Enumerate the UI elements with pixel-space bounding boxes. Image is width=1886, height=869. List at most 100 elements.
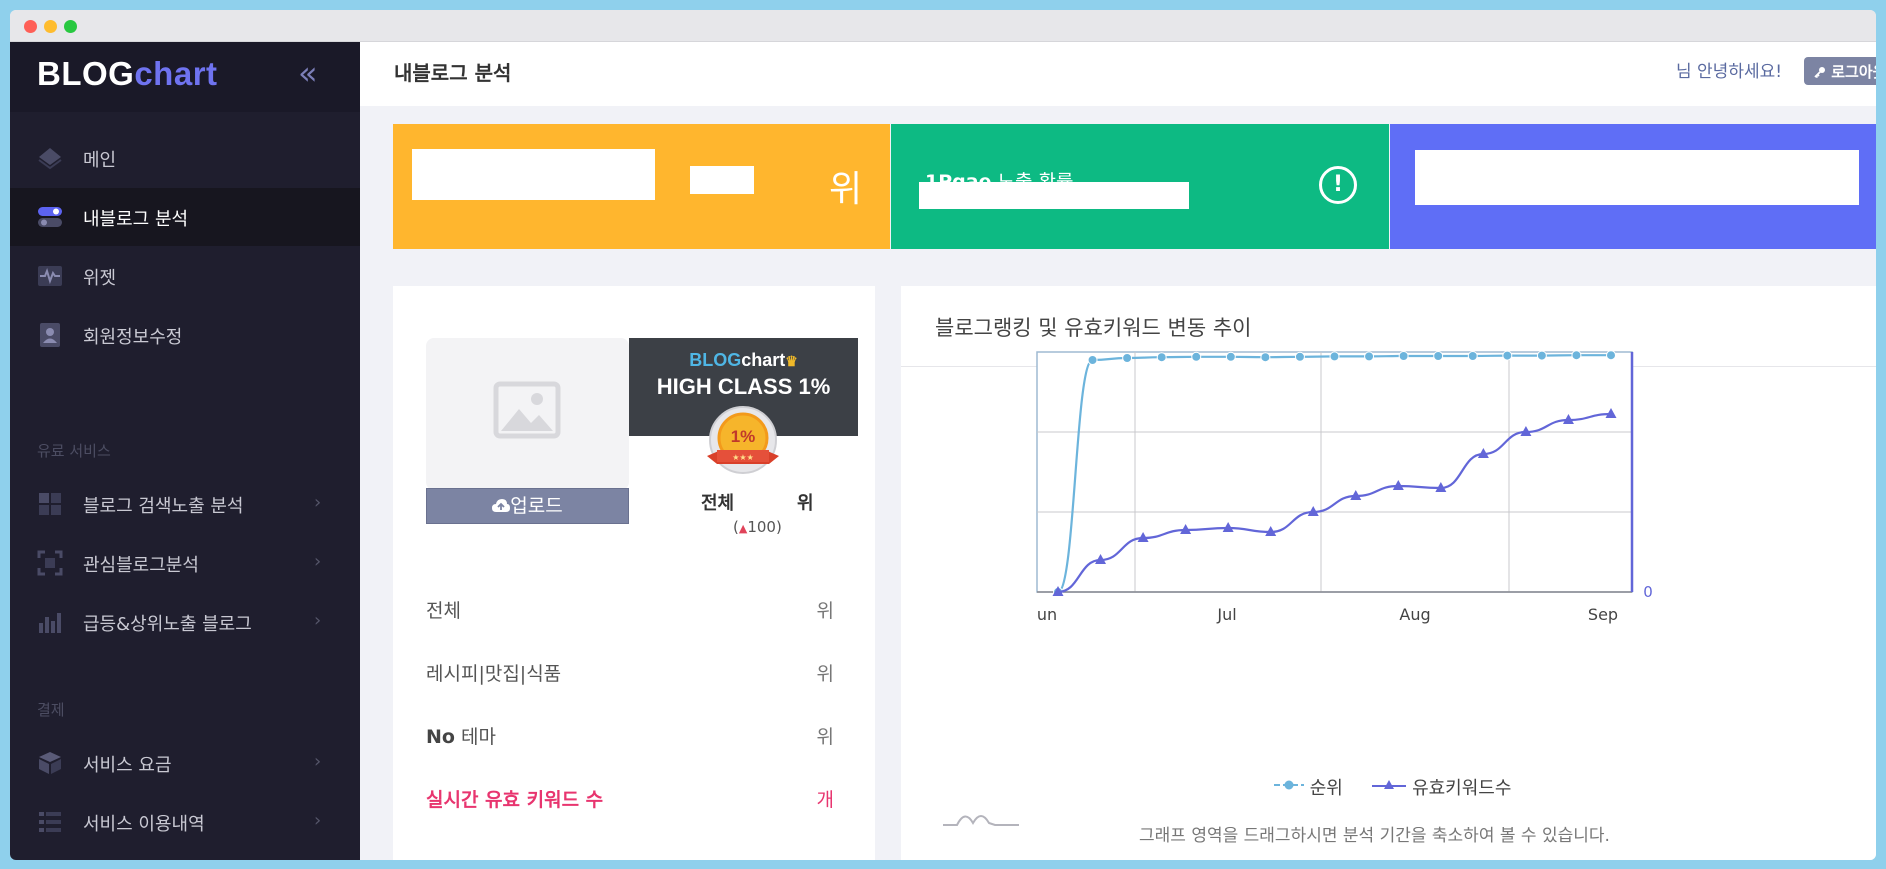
badge-class-text: HIGH CLASS 1% — [656, 374, 831, 399]
x-tick-label: Sep — [1588, 605, 1618, 624]
sidebar-item-label: 서비스 이용내역 — [83, 814, 205, 835]
page-title: 내블로그 분석 — [394, 61, 512, 85]
total-rank-label: 전체 — [701, 493, 735, 514]
alert-icon[interactable]: ! — [1319, 166, 1357, 204]
data-point — [1571, 350, 1582, 361]
data-point — [1087, 355, 1098, 365]
upload-label: 업로드 — [510, 495, 563, 517]
medal-icon: 1% ★★★ — [707, 406, 779, 474]
x-tick-label: Jul — [1216, 605, 1236, 624]
list-icon — [39, 812, 61, 832]
greeting-text: 님 안녕하세요! — [1676, 62, 1783, 82]
exposure-card: 1Pgae 노출 확률 ! — [891, 124, 1389, 249]
stat-row-total: 전체 위 — [426, 600, 834, 622]
sidebar-item-label: 관심블로그분석 — [83, 555, 199, 576]
minimize-window-button[interactable] — [44, 20, 57, 33]
chevron-right-icon: › — [314, 492, 322, 513]
legend-rank-label: 순위 — [1309, 778, 1343, 799]
sidebar-item-label: 메인 — [83, 150, 117, 171]
chart-panel: 블로그랭킹 및 유효키워드 변동 추이 un Jul Aug Sep 0 순위 유효키워… — [901, 286, 1876, 860]
sidebar-item-label: 회원정보수정 — [83, 327, 183, 348]
sidebar-item-search-exposure[interactable]: 블로그 검색노출 분석 › — [10, 475, 360, 533]
sidebar-item-usage-history[interactable]: 서비스 이용내역 › — [10, 793, 360, 851]
logo-bar: BLOGchart « — [10, 42, 360, 112]
data-point — [1260, 352, 1271, 363]
rank-card: 위 — [393, 124, 890, 249]
legend-keywords-label: 유효키워드수 — [1412, 778, 1512, 799]
chevron-right-icon: › — [314, 751, 322, 772]
data-point — [1364, 351, 1375, 362]
logo[interactable]: BLOGchart — [37, 55, 218, 93]
data-point — [1122, 353, 1133, 363]
close-window-button[interactable] — [24, 20, 37, 33]
chevron-right-icon: › — [314, 810, 322, 831]
sidebar-item-profile-edit[interactable]: 회원정보수정 — [10, 306, 360, 364]
data-point — [1502, 350, 1513, 361]
avatar-placeholder — [426, 338, 629, 490]
sidebar: BLOGchart « 메인 내블로그 분석 위젯 회원정보수정 유료 서비스 … — [10, 42, 360, 860]
browser-window: BLOGchart « 메인 내블로그 분석 위젯 회원정보수정 유료 서비스 … — [10, 10, 1876, 860]
data-point — [1156, 352, 1167, 363]
sidebar-item-main[interactable]: 메인 — [10, 129, 360, 187]
x-tick-label: un — [1037, 605, 1057, 624]
info-card-redacted-text — [1415, 150, 1859, 205]
svg-text:★★★: ★★★ — [732, 453, 754, 462]
top-bar: 내블로그 분석 님 안녕하세요! 로그아웃 — [360, 42, 1876, 106]
medal-text: 1% — [731, 427, 756, 446]
data-point — [1467, 351, 1478, 361]
sidebar-item-rising-blogs[interactable]: 급등&상위노출 블로그 › — [10, 593, 360, 651]
sidebar-item-label: 위젯 — [83, 268, 117, 289]
pulse-icon — [38, 266, 62, 286]
data-point — [1294, 351, 1305, 362]
sidebar-item-label: 급등&상위노출 블로그 — [83, 614, 252, 635]
chart-hint-text: 그래프 영역을 드래그하시면 분석 기간을 축소하여 볼 수 있습니다. — [1139, 826, 1610, 846]
toggle-icon — [38, 207, 62, 227]
data-point — [1606, 350, 1616, 361]
data-point — [1536, 350, 1547, 361]
upload-button[interactable]: 업로드 — [426, 488, 629, 524]
collapse-sidebar-icon[interactable]: « — [298, 54, 318, 92]
plot-area — [1036, 351, 1633, 593]
section-label-paid: 유료 서비스 — [37, 442, 111, 460]
sidebar-item-label: 블로그 검색노출 분석 — [83, 496, 244, 517]
data-point — [1398, 351, 1409, 361]
total-rank-change: (▲100) — [733, 518, 782, 536]
sidebar-item-widget[interactable]: 위젯 — [10, 247, 360, 305]
data-point — [1329, 351, 1340, 362]
cube-icon — [39, 752, 61, 774]
sidebar-item-service-pricing[interactable]: 서비스 요금 › — [10, 734, 360, 792]
data-point — [1225, 351, 1236, 362]
rank-unit: 위 — [829, 169, 863, 210]
chevron-right-icon: › — [314, 551, 322, 572]
focus-icon — [37, 550, 63, 576]
info-card — [1390, 124, 1876, 249]
stat-row-category: 레시피|맛집|식품 위 — [426, 663, 834, 685]
sidebar-item-label: 내블로그 분석 — [83, 209, 189, 230]
sidebar-item-label: 서비스 요금 — [83, 755, 172, 776]
profile-card-icon — [40, 323, 60, 347]
data-point — [1433, 351, 1444, 361]
navigator-icon[interactable] — [943, 806, 1019, 828]
sidebar-item-my-blog-analysis[interactable]: 내블로그 분석 — [10, 188, 360, 246]
cloud-upload-icon — [492, 499, 511, 512]
badge-logo: BLOGchart♛ — [689, 350, 798, 370]
section-label-payment: 결제 — [37, 701, 65, 719]
stat-row-theme: No 테마 위 — [426, 726, 834, 748]
profile-panel: 업로드 BLOGchart♛ HIGH CLASS 1% 1% ★★★ 전체 위… — [393, 286, 875, 860]
sidebar-item-interest-blog[interactable]: 관심블로그분석 › — [10, 534, 360, 592]
crown-icon: ♛ — [785, 353, 798, 369]
data-point — [1191, 351, 1202, 362]
exposure-value-redacted — [919, 182, 1189, 209]
right-axis-tick-label: 0 — [1643, 583, 1653, 601]
grid-icon — [39, 493, 61, 515]
rank-card-redacted-text — [412, 149, 655, 200]
logout-button[interactable]: 로그아웃 — [1804, 57, 1876, 85]
title-bar — [10, 10, 1876, 42]
logout-label: 로그아웃 — [1831, 63, 1876, 81]
image-placeholder-icon — [493, 381, 561, 439]
chart-legend: 순위 유효키워드수 — [1274, 774, 1511, 800]
legend-keywords-marker — [1372, 780, 1407, 789]
x-tick-label: Aug — [1399, 605, 1430, 624]
maximize-window-button[interactable] — [64, 20, 77, 33]
total-rank-unit: 위 — [797, 493, 814, 514]
